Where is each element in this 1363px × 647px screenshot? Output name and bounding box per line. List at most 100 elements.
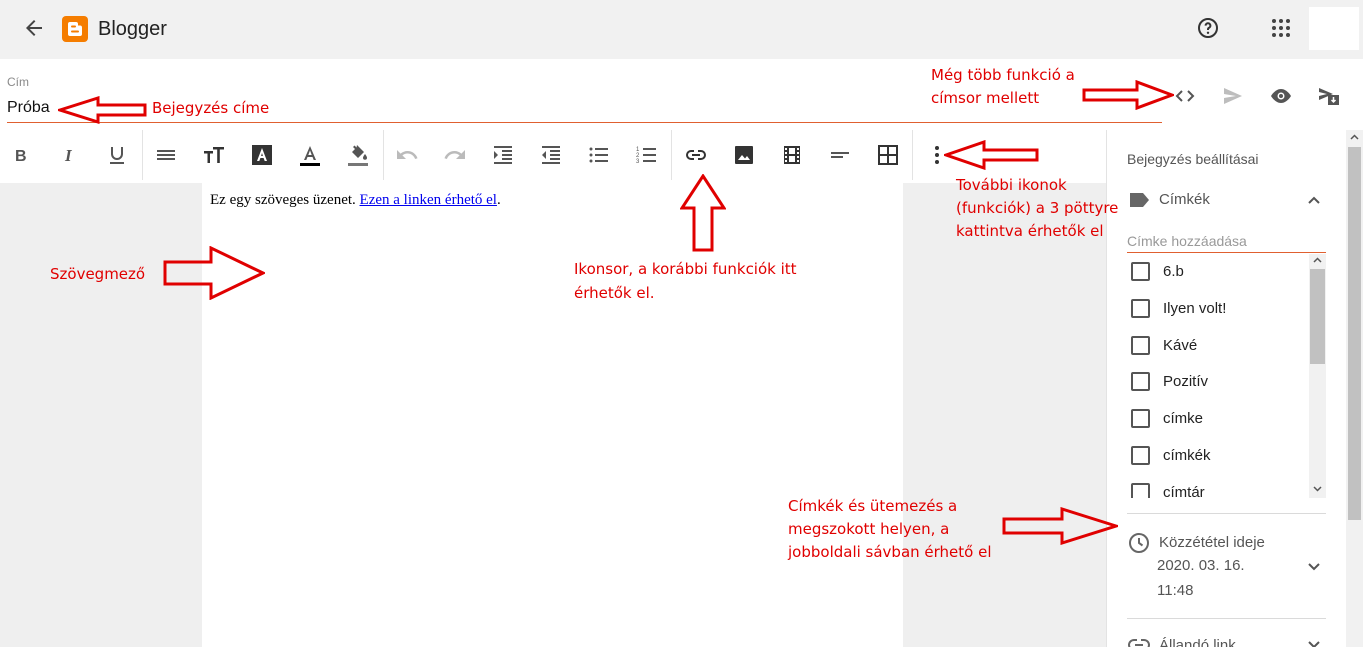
bold-icon[interactable]: B [9, 143, 33, 167]
annotation-arrow-up [680, 174, 726, 252]
permalink-heading[interactable]: Állandó link [1159, 637, 1236, 647]
annotation-more-functions-line2: címsor mellett [931, 89, 1040, 107]
annotation-arrow-left [58, 96, 147, 124]
font-size-icon[interactable] [202, 143, 226, 167]
annotation-more-functions-line1: Még több funkció a [931, 66, 1075, 84]
app-name: Blogger [98, 18, 167, 40]
annotation-more-icons-line3: kattintva érhetők el [956, 222, 1104, 240]
list-item[interactable]: Kávé [1131, 333, 1197, 357]
list-item[interactable]: Pozitív [1131, 369, 1208, 393]
publish-time: 11:48 [1157, 582, 1194, 599]
tag-list: 6.b Ilyen volt! Kávé Pozitív címke címké… [1127, 254, 1327, 498]
link-icon[interactable] [684, 143, 708, 167]
formatting-toolbar: B I 123 [0, 130, 1106, 182]
sidebar-divider [1127, 513, 1326, 514]
tag-checkbox[interactable] [1131, 482, 1150, 498]
list-item[interactable]: 6.b [1131, 259, 1184, 283]
highlight-color-icon[interactable] [346, 143, 370, 167]
list-item[interactable]: címkék [1131, 443, 1211, 467]
svg-text:I: I [64, 146, 73, 165]
post-body-content[interactable]: Ez egy szöveges üzenet. Ezen a linken ér… [210, 192, 501, 209]
tag-checkbox[interactable] [1131, 298, 1150, 318]
outdent-icon[interactable] [539, 143, 563, 167]
scroll-up-icon[interactable] [1313, 257, 1322, 264]
paragraph-icon[interactable] [154, 143, 178, 167]
page-scroll-thumb[interactable] [1348, 147, 1361, 520]
annotation-arrow-right [163, 246, 265, 300]
publish-date: 2020. 03. 16. [1157, 557, 1245, 574]
text-color-icon[interactable] [298, 143, 322, 167]
avatar[interactable] [1309, 7, 1359, 50]
list-item[interactable]: címtár [1131, 480, 1205, 498]
sidebar-divider [1127, 618, 1326, 619]
tag-list-scroll-thumb[interactable] [1310, 269, 1325, 364]
tag-checkbox[interactable] [1131, 408, 1150, 428]
body-link[interactable]: Ezen a linken érhető el [360, 192, 497, 208]
scroll-up-icon[interactable] [1350, 134, 1359, 141]
toolbar-divider [142, 130, 143, 180]
update-icon[interactable] [1317, 84, 1341, 108]
annotation-toolbar-line2: érhetők el. [574, 284, 655, 302]
image-icon[interactable] [732, 143, 756, 167]
tag-input[interactable] [1127, 229, 1326, 253]
toolbar-divider [671, 130, 672, 180]
preview-icon[interactable] [1269, 84, 1293, 108]
tag-checkbox[interactable] [1131, 445, 1150, 465]
annotation-more-icons-line2: (funkciók) a 3 pöttyre [956, 199, 1119, 217]
title-field-label: Cím [7, 75, 29, 89]
italic-icon[interactable]: I [57, 143, 81, 167]
html-code-icon[interactable] [1173, 84, 1197, 108]
body-text: Ez egy szöveges üzenet. [210, 192, 360, 208]
post-body-editor[interactable] [202, 183, 903, 647]
permalink-icon [1128, 639, 1150, 647]
annotation-more-icons-line1: További ikonok [956, 176, 1067, 194]
chevron-up-icon[interactable] [1304, 190, 1324, 210]
video-icon[interactable] [780, 143, 804, 167]
annotation-arrow-left [944, 140, 1039, 170]
svg-text:3: 3 [636, 159, 640, 165]
chevron-down-icon[interactable] [1304, 634, 1324, 647]
underline-icon[interactable] [105, 143, 129, 167]
clock-icon [1129, 533, 1149, 553]
blogger-logo-icon [62, 16, 88, 42]
publish-icon[interactable] [1221, 84, 1245, 108]
bulleted-list-icon[interactable] [587, 143, 611, 167]
tag-checkbox[interactable] [1131, 261, 1150, 281]
tag-label: címke [1163, 409, 1204, 427]
align-icon[interactable] [828, 143, 852, 167]
annotation-sidebar-line2: megszokott helyen, a [788, 520, 950, 538]
numbered-list-icon[interactable]: 123 [635, 143, 659, 167]
list-item[interactable]: címke [1131, 406, 1203, 430]
top-bar [0, 0, 1363, 59]
redo-icon[interactable] [443, 143, 467, 167]
text-style-icon[interactable] [250, 143, 274, 167]
blogger-editor: Blogger Cím Próba B I 123 Ez egy szövege… [0, 0, 1363, 647]
annotation-textfield: Szövegmező [50, 265, 146, 283]
toolbar-divider [383, 130, 384, 180]
svg-text:B: B [15, 148, 27, 165]
chevron-down-icon[interactable] [1304, 556, 1324, 576]
toolbar-divider [912, 130, 913, 180]
back-arrow-icon[interactable] [22, 16, 46, 40]
table-icon[interactable] [876, 143, 900, 167]
indent-icon[interactable] [491, 143, 515, 167]
body-text-end: . [496, 192, 501, 208]
post-title-input[interactable]: Próba [7, 99, 50, 117]
publish-time-heading[interactable]: Közzététel ideje [1159, 534, 1265, 551]
tag-label: Kávé [1163, 336, 1198, 354]
apps-grid-icon[interactable] [1270, 17, 1292, 39]
annotation-arrow-right [1002, 507, 1118, 545]
tag-label: Pozitív [1163, 372, 1209, 390]
annotation-sidebar-line1: Címkék és ütemezés a [788, 497, 958, 515]
scroll-down-icon[interactable] [1313, 485, 1322, 492]
label-icon [1130, 193, 1149, 207]
undo-icon[interactable] [395, 143, 419, 167]
title-underline [7, 122, 1162, 123]
tag-label: címtár [1163, 483, 1205, 499]
labels-heading[interactable]: Címkék [1159, 191, 1210, 208]
list-item[interactable]: Ilyen volt! [1131, 296, 1226, 320]
annotation-title: Bejegyzés címe [152, 99, 270, 117]
tag-checkbox[interactable] [1131, 335, 1150, 355]
help-icon[interactable] [1196, 16, 1220, 40]
tag-checkbox[interactable] [1131, 371, 1150, 391]
